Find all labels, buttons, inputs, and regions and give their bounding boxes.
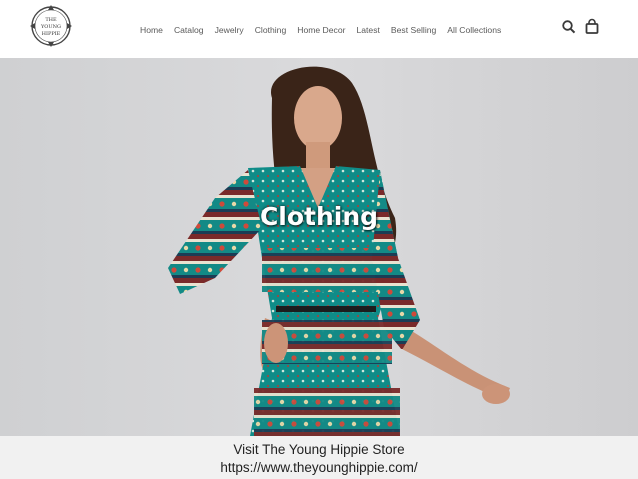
svg-text:YOUNG: YOUNG <box>40 24 61 30</box>
nav-home[interactable]: Home <box>140 25 163 35</box>
main-nav: Home Catalog Jewelry Clothing Home Decor… <box>140 22 512 38</box>
site-header: THE YOUNG HIPPIE Home Catalog Jewelry Cl… <box>0 0 638 56</box>
store-caption: Visit The Young Hippie Store https://www… <box>0 436 638 479</box>
hero-banner[interactable]: Clothing <box>0 58 638 436</box>
nav-all-collections[interactable]: All Collections <box>447 25 501 35</box>
nav-catalog[interactable]: Catalog <box>174 25 204 35</box>
caption-store-name: Visit The Young Hippie Store <box>233 442 405 457</box>
svg-text:HIPPIE: HIPPIE <box>42 31 61 37</box>
nav-clothing[interactable]: Clothing <box>255 25 287 35</box>
hero-title: Clothing <box>259 202 379 231</box>
search-icon[interactable] <box>561 18 577 36</box>
nav-jewelry[interactable]: Jewelry <box>215 25 244 35</box>
nav-home-decor[interactable]: Home Decor <box>297 25 345 35</box>
nav-best-selling[interactable]: Best Selling <box>391 25 436 35</box>
cart-icon[interactable] <box>584 18 600 36</box>
nav-latest[interactable]: Latest <box>356 25 379 35</box>
model-photo <box>0 58 638 436</box>
caption-store-url[interactable]: https://www.theyounghippie.com/ <box>0 459 638 477</box>
svg-text:THE: THE <box>45 17 57 23</box>
store-logo[interactable]: THE YOUNG HIPPIE <box>29 4 73 48</box>
